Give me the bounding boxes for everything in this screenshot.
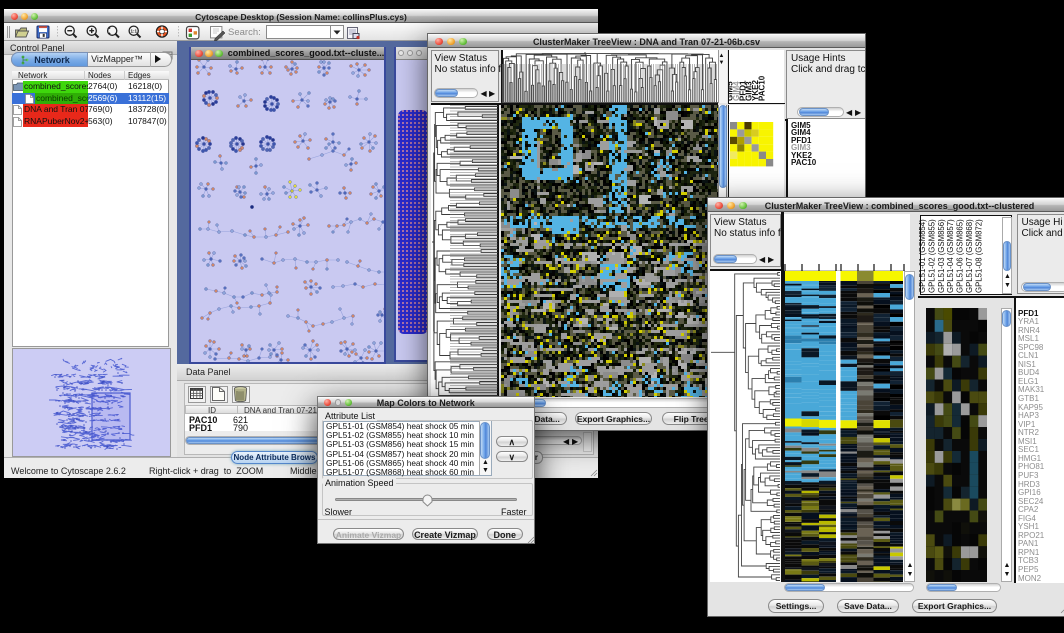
svg-text:PAC10: PAC10 [758, 75, 767, 101]
svg-text:Search:: Search: [228, 27, 261, 38]
svg-text:1:1: 1:1 [130, 29, 137, 34]
